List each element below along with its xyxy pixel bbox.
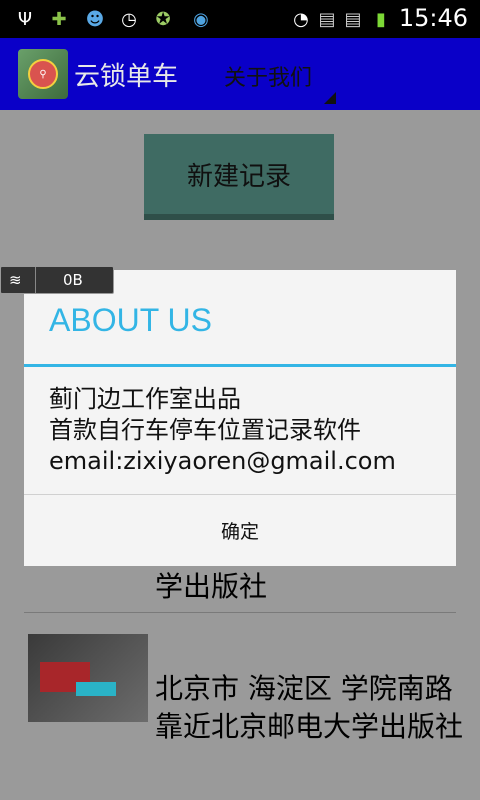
- list-item-address[interactable]: 北京市 海淀区 学院南路 靠近北京邮电大学出版社: [155, 670, 465, 746]
- list-item-address[interactable]: 学出版社: [155, 568, 455, 606]
- traffic-value: 0B: [63, 271, 83, 289]
- dialog-line: 蓟门边工作室出品: [49, 385, 241, 413]
- dialog-title: ABOUT US: [49, 302, 212, 338]
- dialog-title-divider: [24, 364, 456, 367]
- battery-icon: ▮: [376, 8, 386, 30]
- bike-icon: ⚲: [28, 59, 58, 89]
- photo-detail: [76, 682, 116, 696]
- new-record-button[interactable]: 新建记录: [144, 134, 334, 220]
- hotspot-icon: ◉: [193, 8, 209, 30]
- sim1-icon: ▤: [318, 8, 336, 30]
- wifi-icon: ◔: [293, 8, 309, 30]
- game-icon: ✚: [51, 8, 67, 30]
- clock-icon: ◷: [121, 8, 137, 30]
- clock-time: 15:46: [398, 4, 468, 32]
- about-us-tab[interactable]: 关于我们: [224, 60, 337, 104]
- dropdown-corner-icon: [324, 92, 337, 104]
- app-icon: ✪: [155, 8, 171, 30]
- about-dialog: ABOUT US 蓟门边工作室出品 首款自行车停车位置记录软件 email:zi…: [24, 270, 456, 566]
- status-bar: Ψ ✚ ☻ ◷ ✪ ◉ ◔ ▤ ▤ ▮ 15:46: [0, 0, 480, 38]
- list-divider: [24, 612, 456, 613]
- action-bar: ⚲ 云锁单车 关于我们: [0, 38, 480, 110]
- usb-icon: Ψ: [17, 8, 33, 30]
- ok-button[interactable]: 确定: [24, 495, 456, 566]
- sim2-icon: ▤: [344, 8, 362, 30]
- app-title: 云锁单车: [74, 62, 179, 92]
- chat-icon: ☻: [85, 8, 105, 30]
- traffic-widget[interactable]: ≋ 0B: [0, 266, 114, 294]
- widget-separator: [35, 267, 36, 293]
- dialog-line: email:zixiyaoren@gmail.com: [49, 447, 396, 475]
- wifi-icon: ≋: [9, 271, 22, 289]
- dialog-line: 首款自行车停车位置记录软件: [49, 416, 361, 444]
- about-us-tab-label: 关于我们: [224, 66, 313, 91]
- dialog-message: 蓟门边工作室出品 首款自行车停车位置记录软件 email:zixiyaoren@…: [49, 384, 396, 477]
- app-logo-icon[interactable]: ⚲: [18, 49, 68, 99]
- record-photo[interactable]: [28, 634, 148, 722]
